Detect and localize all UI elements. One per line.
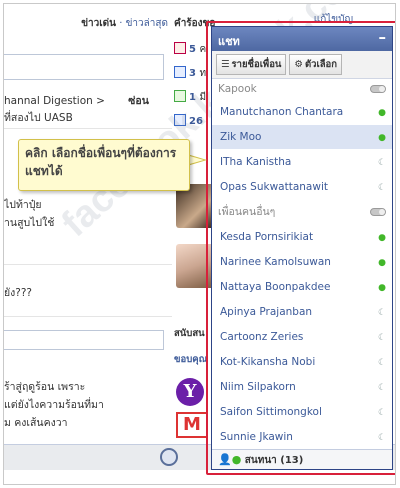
status-update-box[interactable]: [4, 54, 164, 80]
instruction-callout: คลิก เลือกชื่อเพื่อนๆที่ต้องการแชทได้: [18, 139, 190, 191]
latest-news-link[interactable]: ข่าวล่าสุด: [126, 18, 168, 29]
feed-text-line: แต่ยังไงความร้อนที่มา: [4, 399, 104, 411]
news-header: ข่าวเด่น · ข่าวล่าสุด: [4, 4, 174, 40]
news-separator: ·: [119, 18, 123, 29]
hide-link[interactable]: ซ่อน: [128, 95, 149, 107]
friends-icon: [174, 66, 186, 78]
feed-text-line: านสูบไปใช้: [4, 217, 55, 229]
feed-text-line: ไปท้าปุ๋ย: [4, 199, 42, 211]
yahoo-icon[interactable]: Y: [176, 378, 204, 406]
calendar-icon: [174, 42, 186, 54]
feed-text-line: ม คงเส้นคงวา: [4, 417, 68, 429]
callout-text: คลิก เลือกชื่อเพื่อนๆที่ต้องการแชทได้: [25, 146, 177, 178]
gift-icon: [174, 114, 186, 126]
feed-text-line: ยัง???: [4, 287, 32, 299]
screenshot-frame: ข่าวเด่น · ข่าวล่าสุด hannal Digestion >…: [3, 3, 396, 485]
feed-text-line: hannal Digestion > ซ่อน: [4, 95, 149, 107]
thanks-label: ขอบคุณ: [174, 354, 208, 365]
feed-divider: [4, 316, 172, 317]
request-item[interactable]: 3 ท: [174, 66, 206, 81]
request-item[interactable]: 5 ค: [174, 42, 206, 57]
feed-text-line: ร้าสู่ฤดูร้อน เพราะ: [4, 381, 86, 393]
feed-divider: [4, 264, 172, 265]
feed-divider: [4, 128, 172, 129]
request-item[interactable]: 26: [174, 114, 203, 127]
comment-input[interactable]: [4, 330, 164, 350]
chat-highlight-box: [206, 21, 395, 475]
app-icon: [174, 90, 186, 102]
gmail-icon[interactable]: M: [176, 412, 208, 438]
globe-icon[interactable]: [160, 448, 178, 466]
feed-text-line: ที่สองไป UASB: [4, 112, 73, 124]
news-label[interactable]: ข่าวเด่น: [81, 18, 116, 29]
request-item[interactable]: 1 มี: [174, 90, 206, 105]
sponsored-label: สนับสน: [174, 328, 205, 339]
